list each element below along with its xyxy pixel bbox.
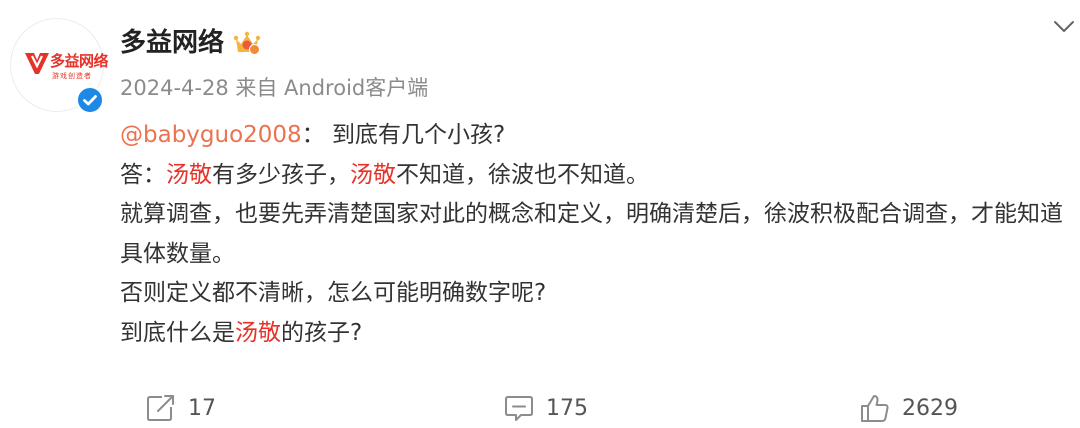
comment-count: 175	[546, 395, 588, 421]
content-line: @babyguo2008： 到底有几个小孩?	[120, 116, 1065, 156]
content-text: 的孩子?	[281, 319, 363, 346]
content-text: 不知道，徐波也不知道。	[396, 161, 649, 188]
comment-button[interactable]: 175	[504, 388, 588, 428]
avatar-logo-text: 多益网络	[50, 52, 109, 70]
like-count: 2629	[902, 395, 958, 421]
mention-link[interactable]: @babyguo2008	[120, 122, 302, 148]
content-text: 答：	[120, 161, 166, 188]
keyword-link[interactable]: 汤敬	[166, 162, 212, 188]
content-line: 就算调查，也要先弄清楚国家对此的概念和定义，明确清楚后，徐波积极配合调查，才能知…	[120, 201, 1063, 267]
keyword-link[interactable]: 汤敬	[235, 320, 281, 346]
post-source: 来自 Android客户端	[235, 76, 429, 100]
post-date[interactable]: 2024-4-28	[120, 76, 229, 100]
post-content: @babyguo2008： 到底有几个小孩? 答：汤敬有多少孩子，汤敬不知道，徐…	[120, 116, 1065, 353]
repost-icon	[147, 395, 174, 421]
content-text: 到底什么是	[120, 319, 235, 346]
content-line: 到底什么是汤敬的孩子?	[120, 314, 1065, 354]
content-line: 答：汤敬有多少孩子，汤敬不知道，徐波也不知道。	[120, 156, 1065, 196]
content-text: 有多少孩子，	[212, 161, 350, 188]
thumbs-up-icon	[861, 395, 889, 422]
content-text: ： 到底有几个小孩?	[301, 122, 506, 148]
comment-icon	[505, 396, 533, 421]
repost-count: 17	[188, 395, 216, 421]
keyword-link[interactable]: 汤敬	[350, 162, 396, 188]
duoyi-logo-icon	[25, 53, 49, 74]
chevron-down-icon[interactable]	[1052, 16, 1076, 36]
member-crown-icon[interactable]	[232, 30, 262, 56]
like-button[interactable]: 2629	[860, 388, 958, 428]
verified-badge-icon	[76, 86, 104, 114]
post-meta: 2024-4-28 来自 Android客户端	[120, 72, 428, 102]
action-bar: 17 175 2629	[0, 388, 1080, 428]
content-line: 否则定义都不清晰，怎么可能明确数字呢?	[120, 280, 547, 306]
repost-button[interactable]: 17	[146, 388, 216, 428]
author-name[interactable]: 多益网络	[120, 22, 224, 59]
avatar-logo-subtext: 游戏创造者	[52, 72, 92, 80]
